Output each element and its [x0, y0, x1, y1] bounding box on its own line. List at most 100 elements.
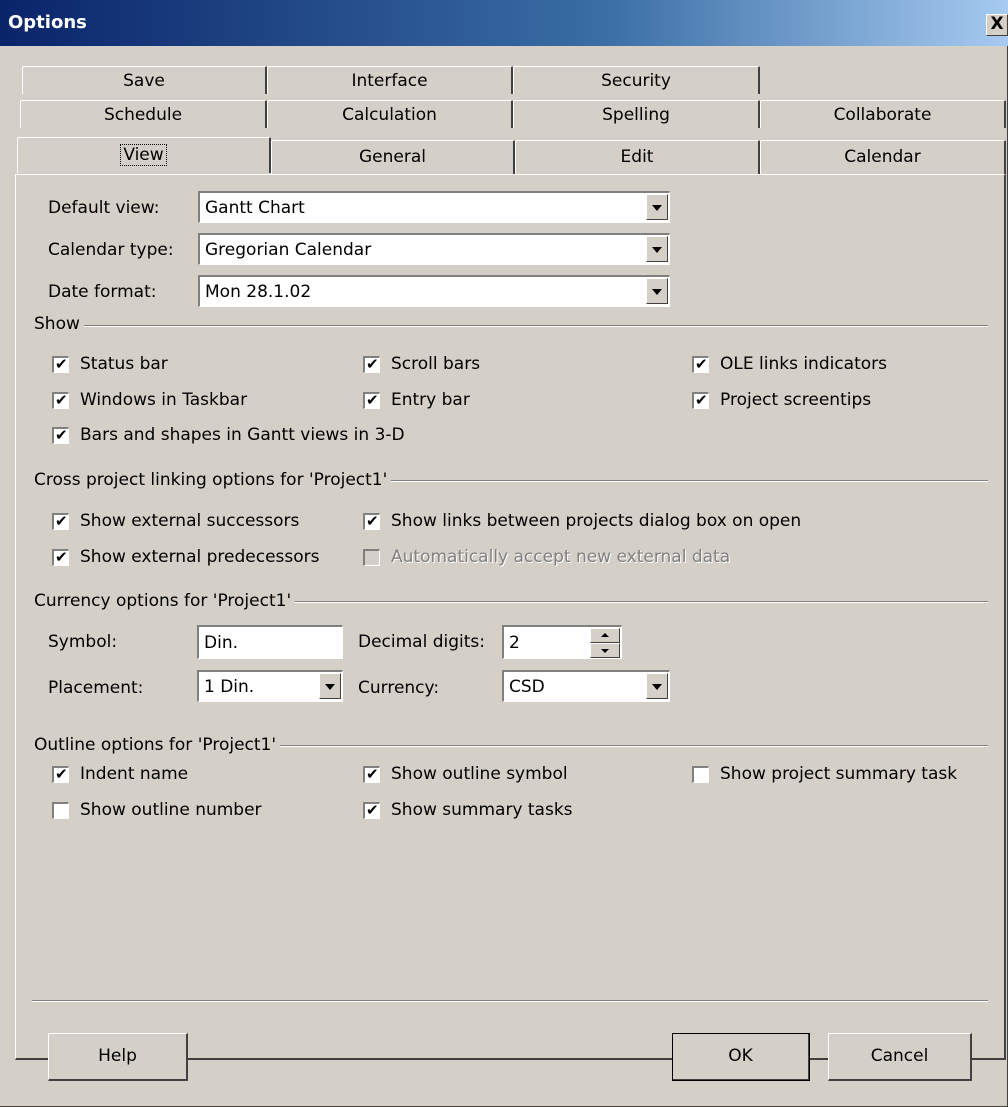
tab-label: Calculation: [342, 105, 437, 125]
calendar-type-value: Gregorian Calendar: [205, 240, 372, 260]
checkbox-label: OLE links indicators: [720, 354, 888, 374]
checkbox-box[interactable]: [363, 354, 380, 374]
tab-collaborate[interactable]: Collaborate: [760, 100, 1006, 128]
tab-label: Save: [123, 71, 165, 91]
checkbox-box[interactable]: [363, 511, 380, 531]
tab-calculation[interactable]: Calculation: [267, 100, 513, 128]
tab-security[interactable]: Security: [513, 66, 760, 94]
tab-label: Edit: [620, 147, 654, 167]
checkbox-box[interactable]: [692, 390, 709, 410]
tab-label: View: [120, 144, 167, 166]
placement-value: 1 Din.: [204, 677, 255, 697]
checkbox-label: Bars and shapes in Gantt views in 3-D: [80, 425, 405, 445]
tab-schedule[interactable]: Schedule: [20, 100, 267, 128]
checkbox-label: Show project summary task: [720, 764, 958, 784]
title-bar: Options X: [0, 0, 1008, 46]
symbol-label: Symbol:: [48, 632, 118, 652]
tab-edit[interactable]: Edit: [515, 140, 760, 174]
symbol-input[interactable]: Din.: [197, 625, 343, 659]
checkbox-label: Automatically accept new external data: [391, 547, 731, 567]
checkbox-box[interactable]: [52, 390, 69, 410]
spin-up-icon[interactable]: [590, 628, 620, 643]
close-button[interactable]: X: [986, 14, 1008, 36]
checkbox-box[interactable]: [52, 354, 69, 374]
tab-label: Interface: [351, 71, 428, 91]
help-button[interactable]: Help: [48, 1033, 188, 1081]
checkbox-label: Show summary tasks: [391, 800, 573, 820]
checkbox-label: Project screentips: [720, 390, 872, 410]
window-title: Options: [8, 12, 87, 33]
default-view-value: Gantt Chart: [205, 198, 305, 218]
checkbox-box[interactable]: [363, 390, 380, 410]
decimal-digits-value: 2: [509, 633, 520, 653]
date-format-label: Date format:: [48, 282, 157, 302]
help-button-label: Help: [98, 1046, 137, 1066]
cross-project-group-title: Cross project linking options for 'Proje…: [34, 470, 392, 490]
tab-label: Spelling: [602, 105, 670, 125]
button-separator: [32, 1000, 988, 1002]
checkbox-label: Indent name: [80, 764, 189, 784]
checkbox-box[interactable]: [52, 547, 69, 567]
checkbox-label: Show outline symbol: [391, 764, 568, 784]
decimal-digits-label: Decimal digits:: [358, 632, 486, 652]
checkbox-box[interactable]: [363, 764, 380, 784]
cancel-button-label: Cancel: [870, 1046, 929, 1066]
checkbox-label: Show external predecessors: [80, 547, 320, 567]
checkbox-label: Show links between projects dialog box o…: [391, 511, 802, 531]
checkbox-label: Windows in Taskbar: [80, 390, 248, 410]
spin-down-icon[interactable]: [590, 643, 620, 658]
symbol-value: Din.: [204, 633, 238, 653]
checkbox-box[interactable]: [52, 764, 69, 784]
checkbox-label: Entry bar: [391, 390, 470, 410]
tab-spelling[interactable]: Spelling: [513, 100, 760, 128]
cancel-button[interactable]: Cancel: [828, 1033, 972, 1081]
checkbox-label: Show external successors: [80, 511, 300, 531]
placement-label: Placement:: [48, 678, 144, 698]
checkbox-box[interactable]: [52, 802, 69, 819]
close-icon: X: [990, 14, 1004, 34]
tab-label: General: [359, 147, 426, 167]
default-view-select[interactable]: Gantt Chart: [198, 191, 670, 223]
date-format-select[interactable]: Mon 28.1.02: [198, 275, 670, 307]
tab-label: Schedule: [103, 105, 183, 125]
calendar-type-select[interactable]: Gregorian Calendar: [198, 233, 670, 265]
ok-button[interactable]: OK: [672, 1033, 810, 1081]
options-dialog: Options X Save Interface Security Schedu…: [0, 0, 1008, 1107]
tab-general[interactable]: General: [271, 140, 515, 174]
checkbox-box[interactable]: [52, 425, 69, 445]
tab-label: Collaborate: [833, 105, 932, 125]
currency-label: Currency:: [358, 678, 440, 698]
checkbox-label: Show outline number: [80, 800, 262, 820]
tab-save[interactable]: Save: [22, 66, 267, 94]
tab-label: Calendar: [844, 147, 921, 167]
checkbox-box[interactable]: [692, 766, 709, 783]
chevron-down-icon[interactable]: [646, 194, 668, 220]
currency-value: CSD: [509, 677, 545, 697]
currency-select[interactable]: CSD: [502, 670, 670, 702]
chevron-down-icon[interactable]: [646, 673, 668, 699]
checkbox-box[interactable]: [52, 511, 69, 531]
ok-button-label: OK: [728, 1046, 753, 1066]
calendar-type-label: Calendar type:: [48, 240, 174, 260]
chevron-down-icon[interactable]: [646, 236, 668, 262]
currency-group-title: Currency options for 'Project1': [34, 591, 296, 611]
show-group-line: [34, 325, 988, 327]
placement-select[interactable]: 1 Din.: [197, 670, 343, 702]
checkbox-label: Scroll bars: [391, 354, 481, 374]
chevron-down-icon[interactable]: [319, 673, 341, 699]
tab-calendar[interactable]: Calendar: [760, 140, 1006, 174]
spin-buttons[interactable]: [590, 628, 620, 658]
show-group-title: Show: [34, 314, 84, 334]
default-view-label: Default view:: [48, 198, 160, 218]
outline-group-title: Outline options for 'Project1': [34, 735, 281, 755]
checkbox-box[interactable]: [692, 354, 709, 374]
decimal-digits-stepper[interactable]: 2: [502, 625, 622, 659]
tab-interface[interactable]: Interface: [267, 66, 513, 94]
tab-label: Security: [601, 71, 671, 91]
checkbox-label: Status bar: [80, 354, 168, 374]
tab-view[interactable]: View: [17, 137, 271, 173]
checkbox-box: [363, 549, 380, 566]
checkbox-box[interactable]: [363, 800, 380, 820]
chevron-down-icon[interactable]: [646, 278, 668, 304]
date-format-value: Mon 28.1.02: [205, 282, 312, 302]
